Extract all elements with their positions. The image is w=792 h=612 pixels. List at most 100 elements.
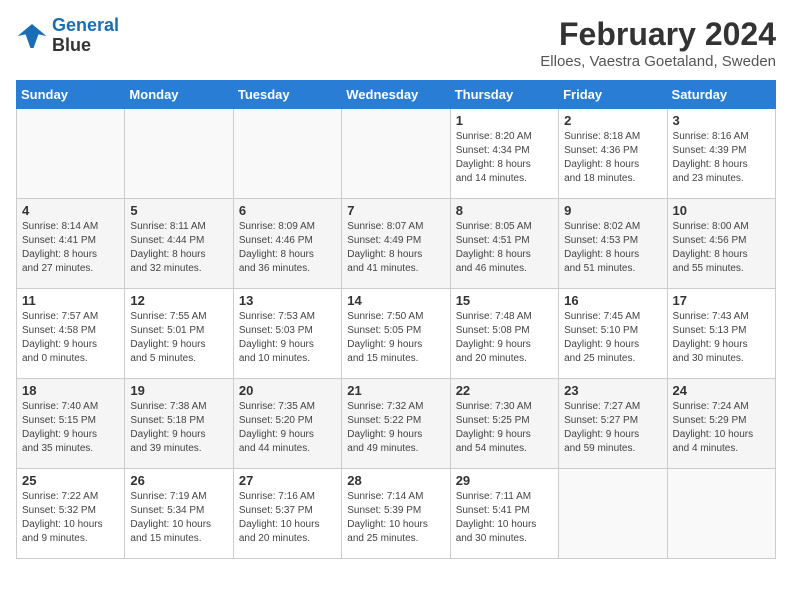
calendar-cell: 28 Sunrise: 7:14 AM Sunset: 5:39 PM Dayli…	[342, 469, 450, 559]
calendar-cell	[125, 109, 233, 199]
day-number: 16	[564, 293, 661, 308]
title-block: February 2024 Elloes, Vaestra Goetaland,…	[540, 16, 776, 70]
day-info: Sunrise: 7:16 AM Sunset: 5:37 PM Dayligh…	[239, 490, 336, 546]
weekday-header-saturday: Saturday	[667, 81, 775, 109]
day-number: 18	[22, 383, 119, 398]
calendar-cell: 19 Sunrise: 7:38 AM Sunset: 5:18 PM Dayli…	[125, 379, 233, 469]
location-subtitle: Elloes, Vaestra Goetaland, Sweden	[540, 53, 776, 70]
calendar-cell	[667, 469, 775, 559]
calendar-cell: 24Sunrise: 7:24 AM Sunset: 5:29 PM Dayli…	[667, 379, 775, 469]
day-number: 26	[130, 473, 227, 488]
calendar-cell: 7 Sunrise: 8:07 AM Sunset: 4:49 PM Daylig…	[342, 199, 450, 289]
weekday-header-monday: Monday	[125, 81, 233, 109]
day-info: Sunrise: 8:00 AM Sunset: 4:56 PM Dayligh…	[673, 220, 770, 276]
calendar-cell: 12 Sunrise: 7:55 AM Sunset: 5:01 PM Dayli…	[125, 289, 233, 379]
day-info: Sunrise: 7:38 AM Sunset: 5:18 PM Dayligh…	[130, 400, 227, 456]
calendar-cell: 17 Sunrise: 7:43 AM Sunset: 5:13 PM Dayli…	[667, 289, 775, 379]
calendar-cell: 25 Sunrise: 7:22 AM Sunset: 5:32 PM Dayli…	[17, 469, 125, 559]
day-info: Sunrise: 7:32 AM Sunset: 5:22 PM Dayligh…	[347, 400, 444, 456]
day-info: Sunrise: 7:40 AM Sunset: 5:15 PM Dayligh…	[22, 400, 119, 456]
day-info: Sunrise: 7:27 AM Sunset: 5:27 PM Dayligh…	[564, 400, 661, 456]
day-number: 12	[130, 293, 227, 308]
day-number: 22	[456, 383, 553, 398]
day-info: Sunrise: 7:30 AM Sunset: 5:25 PM Dayligh…	[456, 400, 553, 456]
weekday-header-thursday: Thursday	[450, 81, 558, 109]
day-number: 9	[564, 203, 661, 218]
day-info: Sunrise: 7:19 AM Sunset: 5:34 PM Dayligh…	[130, 490, 227, 546]
day-info: Sunrise: 8:07 AM Sunset: 4:49 PM Dayligh…	[347, 220, 444, 276]
calendar-cell: 11Sunrise: 7:57 AM Sunset: 4:58 PM Dayli…	[17, 289, 125, 379]
day-info: Sunrise: 7:43 AM Sunset: 5:13 PM Dayligh…	[673, 310, 770, 366]
day-number: 11	[22, 293, 119, 308]
calendar-week-5: 25 Sunrise: 7:22 AM Sunset: 5:32 PM Dayli…	[17, 469, 776, 559]
calendar-cell: 18 Sunrise: 7:40 AM Sunset: 5:15 PM Dayli…	[17, 379, 125, 469]
day-number: 15	[456, 293, 553, 308]
logo-text: GeneralBlue	[52, 16, 119, 56]
calendar-week-3: 11Sunrise: 7:57 AM Sunset: 4:58 PM Dayli…	[17, 289, 776, 379]
month-title: February 2024	[540, 16, 776, 53]
calendar-table: SundayMondayTuesdayWednesdayThursdayFrid…	[16, 80, 776, 559]
day-info: Sunrise: 7:53 AM Sunset: 5:03 PM Dayligh…	[239, 310, 336, 366]
day-number: 24	[673, 383, 770, 398]
day-info: Sunrise: 8:18 AM Sunset: 4:36 PM Dayligh…	[564, 130, 661, 186]
day-info: Sunrise: 8:11 AM Sunset: 4:44 PM Dayligh…	[130, 220, 227, 276]
day-number: 10	[673, 203, 770, 218]
calendar-cell: 16 Sunrise: 7:45 AM Sunset: 5:10 PM Dayli…	[559, 289, 667, 379]
day-number: 3	[673, 113, 770, 128]
calendar-week-4: 18 Sunrise: 7:40 AM Sunset: 5:15 PM Dayli…	[17, 379, 776, 469]
weekday-header-friday: Friday	[559, 81, 667, 109]
calendar-cell: 10 Sunrise: 8:00 AM Sunset: 4:56 PM Dayli…	[667, 199, 775, 289]
day-number: 28	[347, 473, 444, 488]
day-number: 27	[239, 473, 336, 488]
day-number: 8	[456, 203, 553, 218]
calendar-cell: 2Sunrise: 8:18 AM Sunset: 4:36 PM Daylig…	[559, 109, 667, 199]
day-info: Sunrise: 8:09 AM Sunset: 4:46 PM Dayligh…	[239, 220, 336, 276]
day-info: Sunrise: 7:14 AM Sunset: 5:39 PM Dayligh…	[347, 490, 444, 546]
calendar-cell: 14Sunrise: 7:50 AM Sunset: 5:05 PM Dayli…	[342, 289, 450, 379]
calendar-cell: 1 Sunrise: 8:20 AM Sunset: 4:34 PM Daylig…	[450, 109, 558, 199]
calendar-cell: 15 Sunrise: 7:48 AM Sunset: 5:08 PM Dayli…	[450, 289, 558, 379]
calendar-cell	[17, 109, 125, 199]
weekday-header-tuesday: Tuesday	[233, 81, 341, 109]
day-info: Sunrise: 8:20 AM Sunset: 4:34 PM Dayligh…	[456, 130, 553, 186]
calendar-cell: 6Sunrise: 8:09 AM Sunset: 4:46 PM Daylig…	[233, 199, 341, 289]
calendar-cell: 27 Sunrise: 7:16 AM Sunset: 5:37 PM Dayli…	[233, 469, 341, 559]
calendar-cell: 4Sunrise: 8:14 AM Sunset: 4:41 PM Daylig…	[17, 199, 125, 289]
day-number: 7	[347, 203, 444, 218]
calendar-cell	[559, 469, 667, 559]
day-number: 23	[564, 383, 661, 398]
day-number: 17	[673, 293, 770, 308]
day-number: 29	[456, 473, 553, 488]
calendar-week-1: 1 Sunrise: 8:20 AM Sunset: 4:34 PM Daylig…	[17, 109, 776, 199]
day-info: Sunrise: 7:22 AM Sunset: 5:32 PM Dayligh…	[22, 490, 119, 546]
day-info: Sunrise: 7:11 AM Sunset: 5:41 PM Dayligh…	[456, 490, 553, 546]
day-number: 5	[130, 203, 227, 218]
weekday-header-sunday: Sunday	[17, 81, 125, 109]
logo: GeneralBlue	[16, 16, 119, 56]
page-header: GeneralBlue February 2024 Elloes, Vaestr…	[16, 16, 776, 70]
calendar-cell: 29 Sunrise: 7:11 AM Sunset: 5:41 PM Dayli…	[450, 469, 558, 559]
calendar-cell: 22 Sunrise: 7:30 AM Sunset: 5:25 PM Dayli…	[450, 379, 558, 469]
calendar-cell: 3Sunrise: 8:16 AM Sunset: 4:39 PM Daylig…	[667, 109, 775, 199]
day-number: 13	[239, 293, 336, 308]
day-info: Sunrise: 7:48 AM Sunset: 5:08 PM Dayligh…	[456, 310, 553, 366]
day-info: Sunrise: 8:05 AM Sunset: 4:51 PM Dayligh…	[456, 220, 553, 276]
day-info: Sunrise: 8:02 AM Sunset: 4:53 PM Dayligh…	[564, 220, 661, 276]
calendar-cell: 23 Sunrise: 7:27 AM Sunset: 5:27 PM Dayli…	[559, 379, 667, 469]
day-number: 20	[239, 383, 336, 398]
calendar-cell	[233, 109, 341, 199]
calendar-cell: 13 Sunrise: 7:53 AM Sunset: 5:03 PM Dayli…	[233, 289, 341, 379]
day-number: 1	[456, 113, 553, 128]
day-number: 25	[22, 473, 119, 488]
day-info: Sunrise: 7:45 AM Sunset: 5:10 PM Dayligh…	[564, 310, 661, 366]
weekday-header-wednesday: Wednesday	[342, 81, 450, 109]
calendar-header: SundayMondayTuesdayWednesdayThursdayFrid…	[17, 81, 776, 109]
calendar-cell	[342, 109, 450, 199]
day-number: 14	[347, 293, 444, 308]
calendar-cell: 20Sunrise: 7:35 AM Sunset: 5:20 PM Dayli…	[233, 379, 341, 469]
day-info: Sunrise: 8:14 AM Sunset: 4:41 PM Dayligh…	[22, 220, 119, 276]
calendar-cell: 8 Sunrise: 8:05 AM Sunset: 4:51 PM Daylig…	[450, 199, 558, 289]
day-info: Sunrise: 7:55 AM Sunset: 5:01 PM Dayligh…	[130, 310, 227, 366]
day-number: 19	[130, 383, 227, 398]
day-number: 21	[347, 383, 444, 398]
